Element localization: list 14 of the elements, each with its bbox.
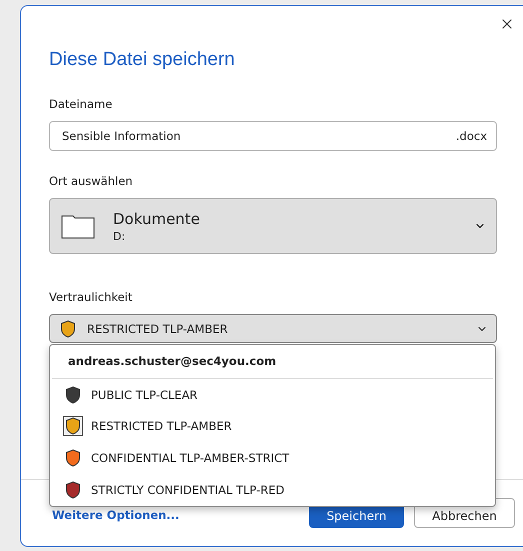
- field-label: Ort auswählen: [49, 174, 134, 190]
- sensitivity-option[interactable]: RESTRICTED TLP-AMBER: [50, 410, 495, 442]
- more-options-link[interactable]: Weitere Optionen...: [52, 508, 299, 522]
- dialog-title: Diese Datei speichern: [49, 48, 236, 72]
- account-email: andreas.schuster@sec4you.com: [52, 345, 493, 379]
- folder-icon: [61, 213, 95, 239]
- shield-icon: [58, 318, 78, 338]
- filename-field[interactable]: Sensible Information .docx: [49, 121, 497, 151]
- sensitivity-dropdown[interactable]: RESTRICTED TLP-AMBER: [49, 314, 497, 343]
- field-label: Vertraulichkeit: [49, 290, 134, 306]
- field-label: Dateiname: [49, 97, 114, 113]
- sensitivity-option[interactable]: CONFIDENTIAL TLP-AMBER-STRICT: [50, 442, 495, 474]
- location-dropdown[interactable]: Dokumente D:: [49, 198, 497, 254]
- sensitivity-option[interactable]: PUBLIC TLP-CLEAR: [50, 378, 495, 411]
